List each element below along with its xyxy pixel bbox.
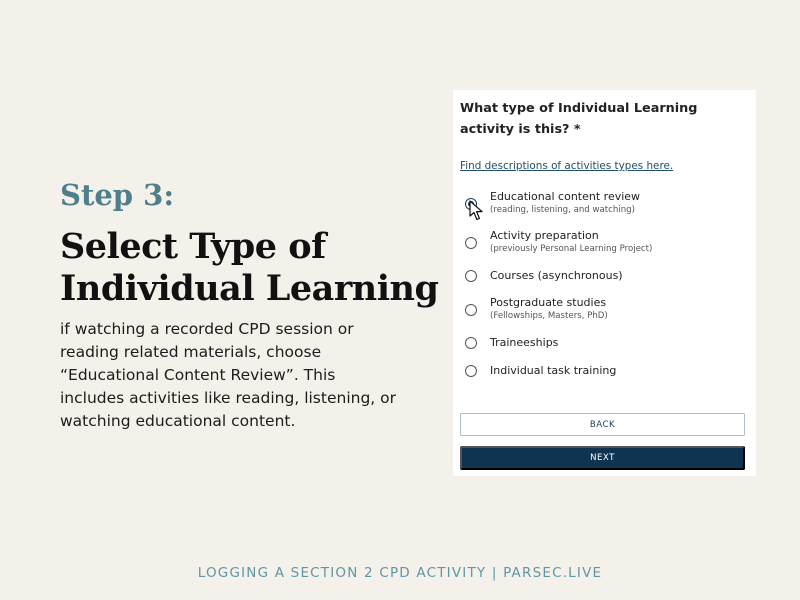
option-educational-content-review[interactable]: Educational content review (reading, lis… [460,188,749,221]
option-sublabel: (Fellowships, Masters, PhD) [490,311,608,321]
form-question: What type of Individual Learning activit… [460,101,698,137]
radio-button[interactable] [465,303,477,316]
mouse-pointer-icon [469,200,483,221]
page-title-line-1: Select Type of [60,226,326,267]
option-label: Activity preparation [490,229,599,242]
page-title-line-2: Individual Learning [60,268,439,309]
option-label: Individual task training [490,364,617,377]
option-label: Courses (asynchronous) [490,269,623,282]
option-activity-preparation[interactable]: Activity preparation (previously Persona… [460,227,749,258]
activity-descriptions-link[interactable]: Find descriptions of activities types he… [460,160,673,172]
back-button[interactable]: BACK [460,413,745,436]
step-label: Step 3: [60,178,175,212]
option-traineeships[interactable]: Traineeships [460,333,749,353]
radio-button[interactable] [465,337,477,349]
next-button[interactable]: NEXT [460,446,745,470]
option-courses-asynchronous[interactable]: Courses (asynchronous) [460,266,749,286]
option-label: Postgraduate studies [490,296,607,309]
radio-button[interactable] [465,236,477,249]
option-label: Traineeships [490,336,559,349]
activity-type-form: What type of Individual Learning activit… [453,90,756,476]
step-description: if watching a recorded CPD session or re… [60,320,396,430]
page-title: Select Type of Individual Learning [60,226,440,310]
option-sublabel: (previously Personal Learning Project) [490,244,653,254]
option-label: Educational content review [490,190,641,203]
radio-button[interactable] [465,365,477,377]
radio-button[interactable] [465,270,477,282]
option-postgraduate-studies[interactable]: Postgraduate studies (Fellowships, Maste… [460,294,749,325]
option-individual-task-training[interactable]: Individual task training [460,361,749,381]
option-sublabel: (reading, listening, and watching) [490,205,635,215]
footer-caption: LOGGING A SECTION 2 CPD ACTIVITY | PARSE… [197,565,603,581]
activity-type-options: Educational content review (reading, lis… [460,188,749,381]
